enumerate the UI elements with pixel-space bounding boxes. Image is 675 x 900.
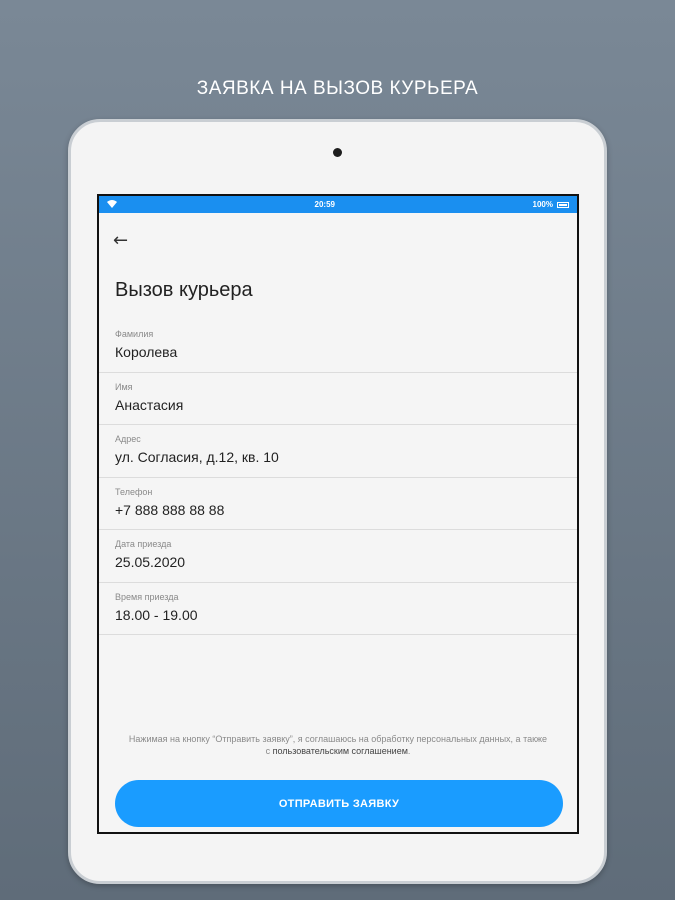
field-label: Имя [115,381,133,392]
form-fields: Фамилия Королева Имя Анастасия Адрес ул.… [99,320,577,635]
field-label: Телефон [115,486,153,497]
battery-icon [557,201,569,208]
promo-title: ЗАЯВКА НА ВЫЗОВ КУРЬЕРА [196,78,479,99]
camera-dot [333,148,342,157]
consent-text-after: . [407,746,411,756]
battery-level: 100% [532,200,553,209]
field-address[interactable]: Адрес ул. Согласия, д.12, кв. 10 [99,425,577,478]
page-title: Вызов курьера [115,279,253,301]
back-arrow-icon[interactable]: ← [113,230,128,251]
status-time: 20:59 [314,200,335,209]
app-screen: 20:59 100% ← Вызов курьера Фамилия Корол… [97,194,579,834]
field-value[interactable]: 25.05.2020 [115,552,561,572]
status-right: 100% [533,200,569,209]
field-value[interactable]: Королева [115,342,561,362]
submit-request-button[interactable]: ОТПРАВИТЬ ЗАЯВКУ [115,780,563,827]
wifi-icon [107,199,117,210]
field-value[interactable]: ул. Согласия, д.12, кв. 10 [115,447,561,467]
field-label: Дата приезда [115,539,172,549]
field-value[interactable]: Анастасия [115,395,561,415]
field-arrival-time[interactable]: Время приезда 18.00 - 19.00 [99,583,577,635]
field-value[interactable]: 18.00 - 19.00 [115,605,561,625]
status-bar: 20:59 100% [99,196,577,213]
field-arrival-date[interactable]: Дата приезда 25.05.2020 [99,530,577,583]
field-phone[interactable]: Телефон +7 888 888 88 88 [99,478,577,530]
field-value[interactable]: +7 888 888 88 88 [115,500,561,520]
field-label: Фамилия [115,329,154,339]
field-first-name[interactable]: Имя Анастасия [99,373,577,425]
user-agreement-link[interactable]: пользовательским соглашением [273,746,408,756]
consent-text: Нажимая на кнопку “Отправить заявку”, я … [127,733,549,757]
field-label: Время приезда [115,591,179,602]
field-last-name[interactable]: Фамилия Королева [99,320,577,373]
field-label: Адрес [115,434,141,444]
